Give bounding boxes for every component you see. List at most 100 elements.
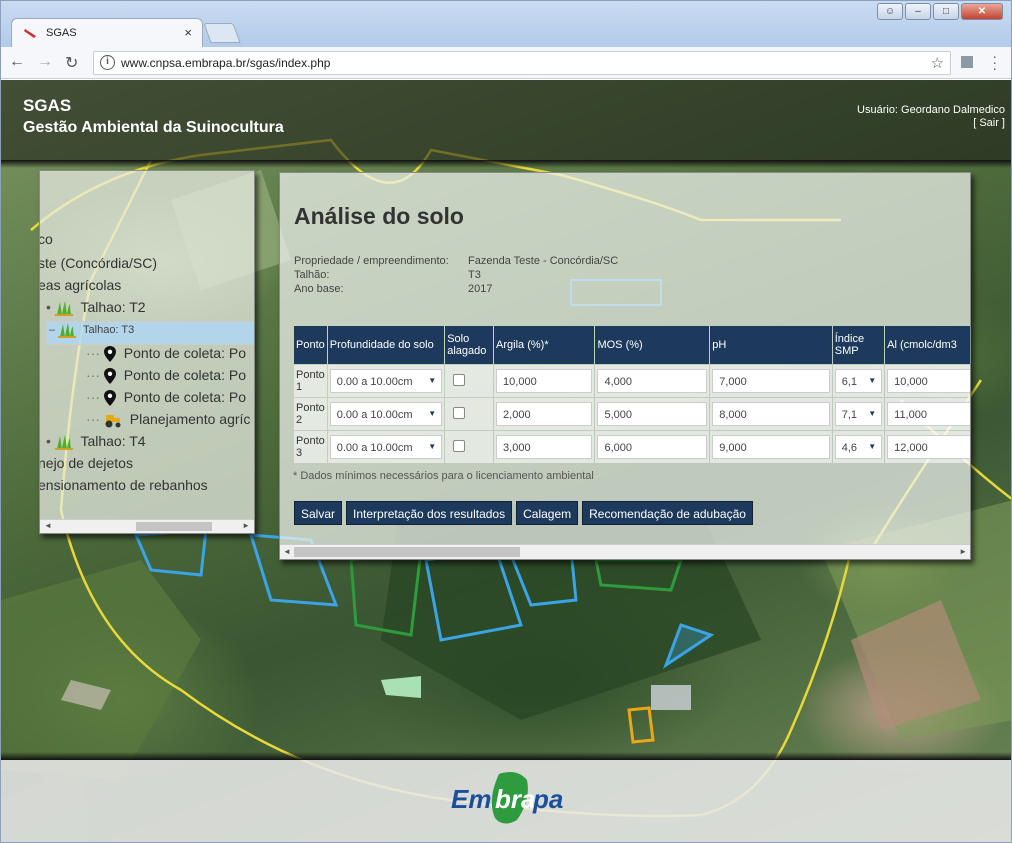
interpret-results-button[interactable]: Interpretação dos resultados xyxy=(346,501,513,525)
required-data-footnote: * Dados mínimos necessários para o licen… xyxy=(293,470,594,482)
chevron-down-icon: ▼ xyxy=(428,376,437,385)
base-year-label: Ano base: xyxy=(294,283,344,295)
column-header: Solo alagado xyxy=(445,326,494,364)
flooded-checkbox[interactable] xyxy=(453,439,466,452)
user-profile-icon[interactable]: ☺ xyxy=(877,3,903,20)
tree-node-root[interactable]: co xyxy=(40,231,53,247)
chevron-down-icon: ▼ xyxy=(868,442,877,451)
ph-input[interactable]: 8,000 xyxy=(712,402,830,426)
tractor-icon xyxy=(105,415,121,428)
save-button[interactable]: Salvar xyxy=(294,501,343,525)
svg-text:bra: bra xyxy=(495,784,535,814)
scrollbar-thumb[interactable] xyxy=(294,547,520,557)
navigation-tree-panel: co ste (Concórdia/SC) eas agrícolas • Ta… xyxy=(39,170,255,534)
close-window-button[interactable]: ✕ xyxy=(961,3,1003,20)
ponto-cell: Ponto 1 xyxy=(294,365,327,397)
new-tab-button[interactable] xyxy=(203,23,241,43)
liming-button[interactable]: Calagem xyxy=(516,501,579,525)
app-title: SGAS xyxy=(23,96,72,115)
depth-value: 0.00 a 10.00cm xyxy=(336,376,413,388)
minimize-button[interactable]: – xyxy=(905,3,931,20)
fertilization-recommendation-button[interactable]: Recomendação de adubação xyxy=(582,501,753,525)
ponto-cell: Ponto 3 xyxy=(294,431,327,463)
map-pin-icon xyxy=(103,390,116,407)
depth-select[interactable]: 0.00 a 10.00cm ▼ xyxy=(329,435,443,459)
mos-input[interactable]: 4,000 xyxy=(597,369,708,393)
site-info-icon[interactable]: i xyxy=(100,55,115,70)
tree-horizontal-scrollbar[interactable]: ◄ ► xyxy=(40,519,254,533)
svg-text:pa: pa xyxy=(532,784,563,814)
window-controls: ☺ – □ ✕ xyxy=(877,3,1003,20)
column-header: Ponto xyxy=(294,326,327,364)
tab-close-icon[interactable]: × xyxy=(184,25,192,40)
tree-node-label: Planejamento agríc xyxy=(129,411,251,427)
tree-node-collection-point-1[interactable]: ··· Ponto de coleta: Po xyxy=(86,345,246,363)
depth-select[interactable]: 0.00 a 10.00cm ▼ xyxy=(329,402,443,426)
scroll-right-icon[interactable]: ► xyxy=(242,521,250,530)
logout-link[interactable]: [ Sair ] xyxy=(857,117,1005,130)
browser-menu-icon[interactable]: · · · xyxy=(992,49,997,75)
clay-input[interactable]: 2,000 xyxy=(496,402,593,426)
tree-node-herd-sizing[interactable]: ensionamento de rebanhos xyxy=(40,477,208,493)
al-input[interactable]: 11,000 xyxy=(887,402,970,426)
bookmark-star-icon[interactable]: ☆ xyxy=(931,54,944,72)
panel-horizontal-scrollbar[interactable]: ◄ ► xyxy=(280,544,970,559)
mos-input[interactable]: 5,000 xyxy=(597,402,708,426)
embrapa-logo: Em bra pa xyxy=(451,772,563,824)
ponto-cell: Ponto 2 xyxy=(294,398,327,430)
tree-node-talhao-t4[interactable]: • Talhao: T4 xyxy=(46,433,146,451)
back-arrow-icon[interactable]: ← xyxy=(9,53,25,71)
column-header: Índice SMP xyxy=(832,326,885,364)
table-row: Ponto 3 0.00 a 10.00cm ▼ 3,000 6,000 9,00… xyxy=(294,431,970,463)
table-header-row: Ponto Profundidade do solo Solo alagado … xyxy=(294,326,970,364)
tree-node-label: Talhao: T3 xyxy=(83,323,135,336)
page-content: SGAS Gestão Ambiental da Suinocultura Us… xyxy=(1,80,1011,842)
column-header: pH xyxy=(710,326,832,364)
scroll-left-icon[interactable]: ◄ xyxy=(44,521,52,530)
column-header: Profundidade do solo xyxy=(327,326,445,364)
url-bar[interactable]: i www.cnpsa.embrapa.br/sgas/index.php ☆ xyxy=(93,51,951,75)
forward-arrow-icon[interactable]: → xyxy=(37,53,53,71)
tree-node-property[interactable]: ste (Concórdia/SC) xyxy=(40,255,157,271)
smp-select[interactable]: 4,6 ▼ xyxy=(834,435,883,459)
scrollbar-thumb[interactable] xyxy=(136,522,212,531)
scroll-right-icon[interactable]: ► xyxy=(959,547,967,556)
tree-node-talhao-t2[interactable]: • Talhao: T2 xyxy=(46,299,146,317)
smp-select[interactable]: 6,1 ▼ xyxy=(834,369,883,393)
flooded-checkbox[interactable] xyxy=(453,406,466,419)
tree-node-agricultural-planning[interactable]: ··· Planejamento agríc xyxy=(86,411,250,428)
base-year-value: 2017 xyxy=(468,283,493,295)
flooded-checkbox[interactable] xyxy=(453,373,466,386)
tree-node-talhao-t3[interactable]: – Talhao: T3 xyxy=(46,321,254,345)
ph-input[interactable]: 9,000 xyxy=(712,435,830,459)
sgas-favicon-icon xyxy=(24,29,36,38)
scroll-left-icon[interactable]: ◄ xyxy=(283,547,291,556)
clay-input[interactable]: 3,000 xyxy=(496,435,593,459)
chevron-down-icon: ▼ xyxy=(868,376,877,385)
url-text[interactable]: www.cnpsa.embrapa.br/sgas/index.php xyxy=(121,56,330,70)
extension-icon[interactable] xyxy=(961,56,973,68)
chevron-down-icon: ▼ xyxy=(868,409,877,418)
soil-analysis-table: Ponto Profundidade do solo Solo alagado … xyxy=(293,325,970,464)
tree-node-agricultural-areas[interactable]: eas agrícolas xyxy=(40,277,121,293)
smp-select[interactable]: 7,1 ▼ xyxy=(834,402,883,426)
mos-input[interactable]: 6,000 xyxy=(597,435,708,459)
clay-input[interactable]: 10,000 xyxy=(496,369,593,393)
tree-node-collection-point-2[interactable]: ··· Ponto de coleta: Po xyxy=(86,367,246,385)
soil-analysis-panel: Análise do solo Propriedade / empreendim… xyxy=(279,172,971,560)
property-value: Fazenda Teste - Concórdia/SC xyxy=(468,255,619,267)
user-info: Usuário: Geordano Dalmedico [ Sair ] xyxy=(857,104,1005,130)
browser-tab[interactable]: SGAS × xyxy=(11,18,203,47)
tree-node-collection-point-3[interactable]: ··· Ponto de coleta: Po xyxy=(86,389,246,407)
depth-select[interactable]: 0.00 a 10.00cm ▼ xyxy=(329,369,443,393)
al-input[interactable]: 12,000 xyxy=(887,435,970,459)
al-input[interactable]: 10,000 xyxy=(887,369,970,393)
ph-input[interactable]: 7,000 xyxy=(712,369,830,393)
user-name: Usuário: Geordano Dalmedico xyxy=(857,104,1005,116)
tree-node-label: Ponto de coleta: Po xyxy=(123,389,246,405)
reload-icon[interactable]: ↻ xyxy=(65,53,78,73)
tree-node-waste-management[interactable]: nejo de dejetos xyxy=(40,455,133,471)
maximize-button[interactable]: □ xyxy=(933,3,959,20)
table-row: Ponto 1 0.00 a 10.00cm ▼ 10,000 4,000 7,0… xyxy=(294,365,970,397)
column-header: MOS (%) xyxy=(595,326,710,364)
